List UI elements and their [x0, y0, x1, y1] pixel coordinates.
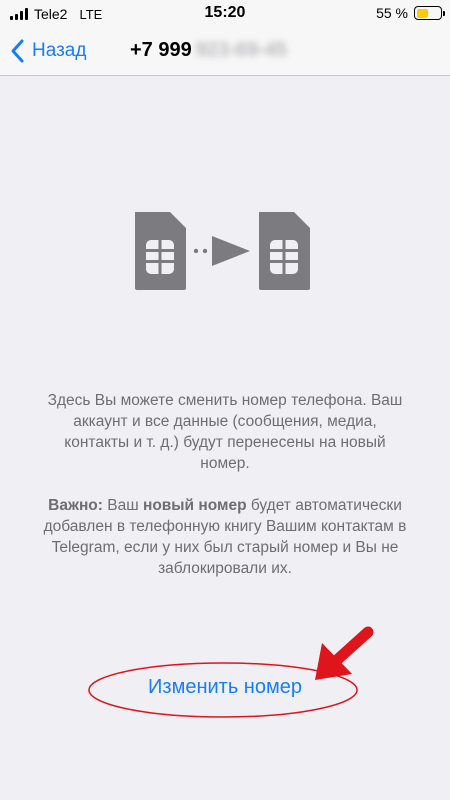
description-text: Здесь Вы можете сменить номер телефона. … [47, 392, 403, 472]
phone-number-obscured: 923-69-45 [195, 39, 287, 61]
back-button-label: Назад [32, 40, 87, 61]
sim-card-icon [135, 212, 186, 290]
change-number-description: Здесь Вы можете сменить номер телефона. … [40, 390, 410, 579]
red-arrow-icon [315, 626, 374, 680]
status-bar: Tele2 LTE 15:20 55 % [0, 0, 450, 28]
battery-fill [416, 8, 428, 18]
important-note: Важно: Ваш новый номер будет автоматичес… [40, 495, 410, 579]
page-title: +7 999 923-69-45 [130, 39, 287, 62]
important-label: Важно: [48, 497, 103, 514]
battery-icon [414, 6, 445, 20]
arrow-right-icon [212, 236, 250, 266]
phone-number-visible: +7 999 [130, 39, 192, 61]
important-bold: новый номер [142, 497, 247, 514]
status-right: 55 % [376, 5, 445, 21]
back-button[interactable]: Назад [8, 36, 86, 66]
sim-change-illustration [135, 212, 310, 290]
navigation-bar: Назад +7 999 923-69-45 [0, 28, 450, 76]
battery-percent: 55 % [376, 5, 408, 21]
change-number-button[interactable]: Изменить номер [0, 676, 450, 699]
back-chevron-icon [11, 39, 24, 63]
important-text-1: Ваш [102, 497, 143, 514]
transfer-dots-icon [193, 248, 208, 254]
sim-card-icon [259, 212, 310, 290]
